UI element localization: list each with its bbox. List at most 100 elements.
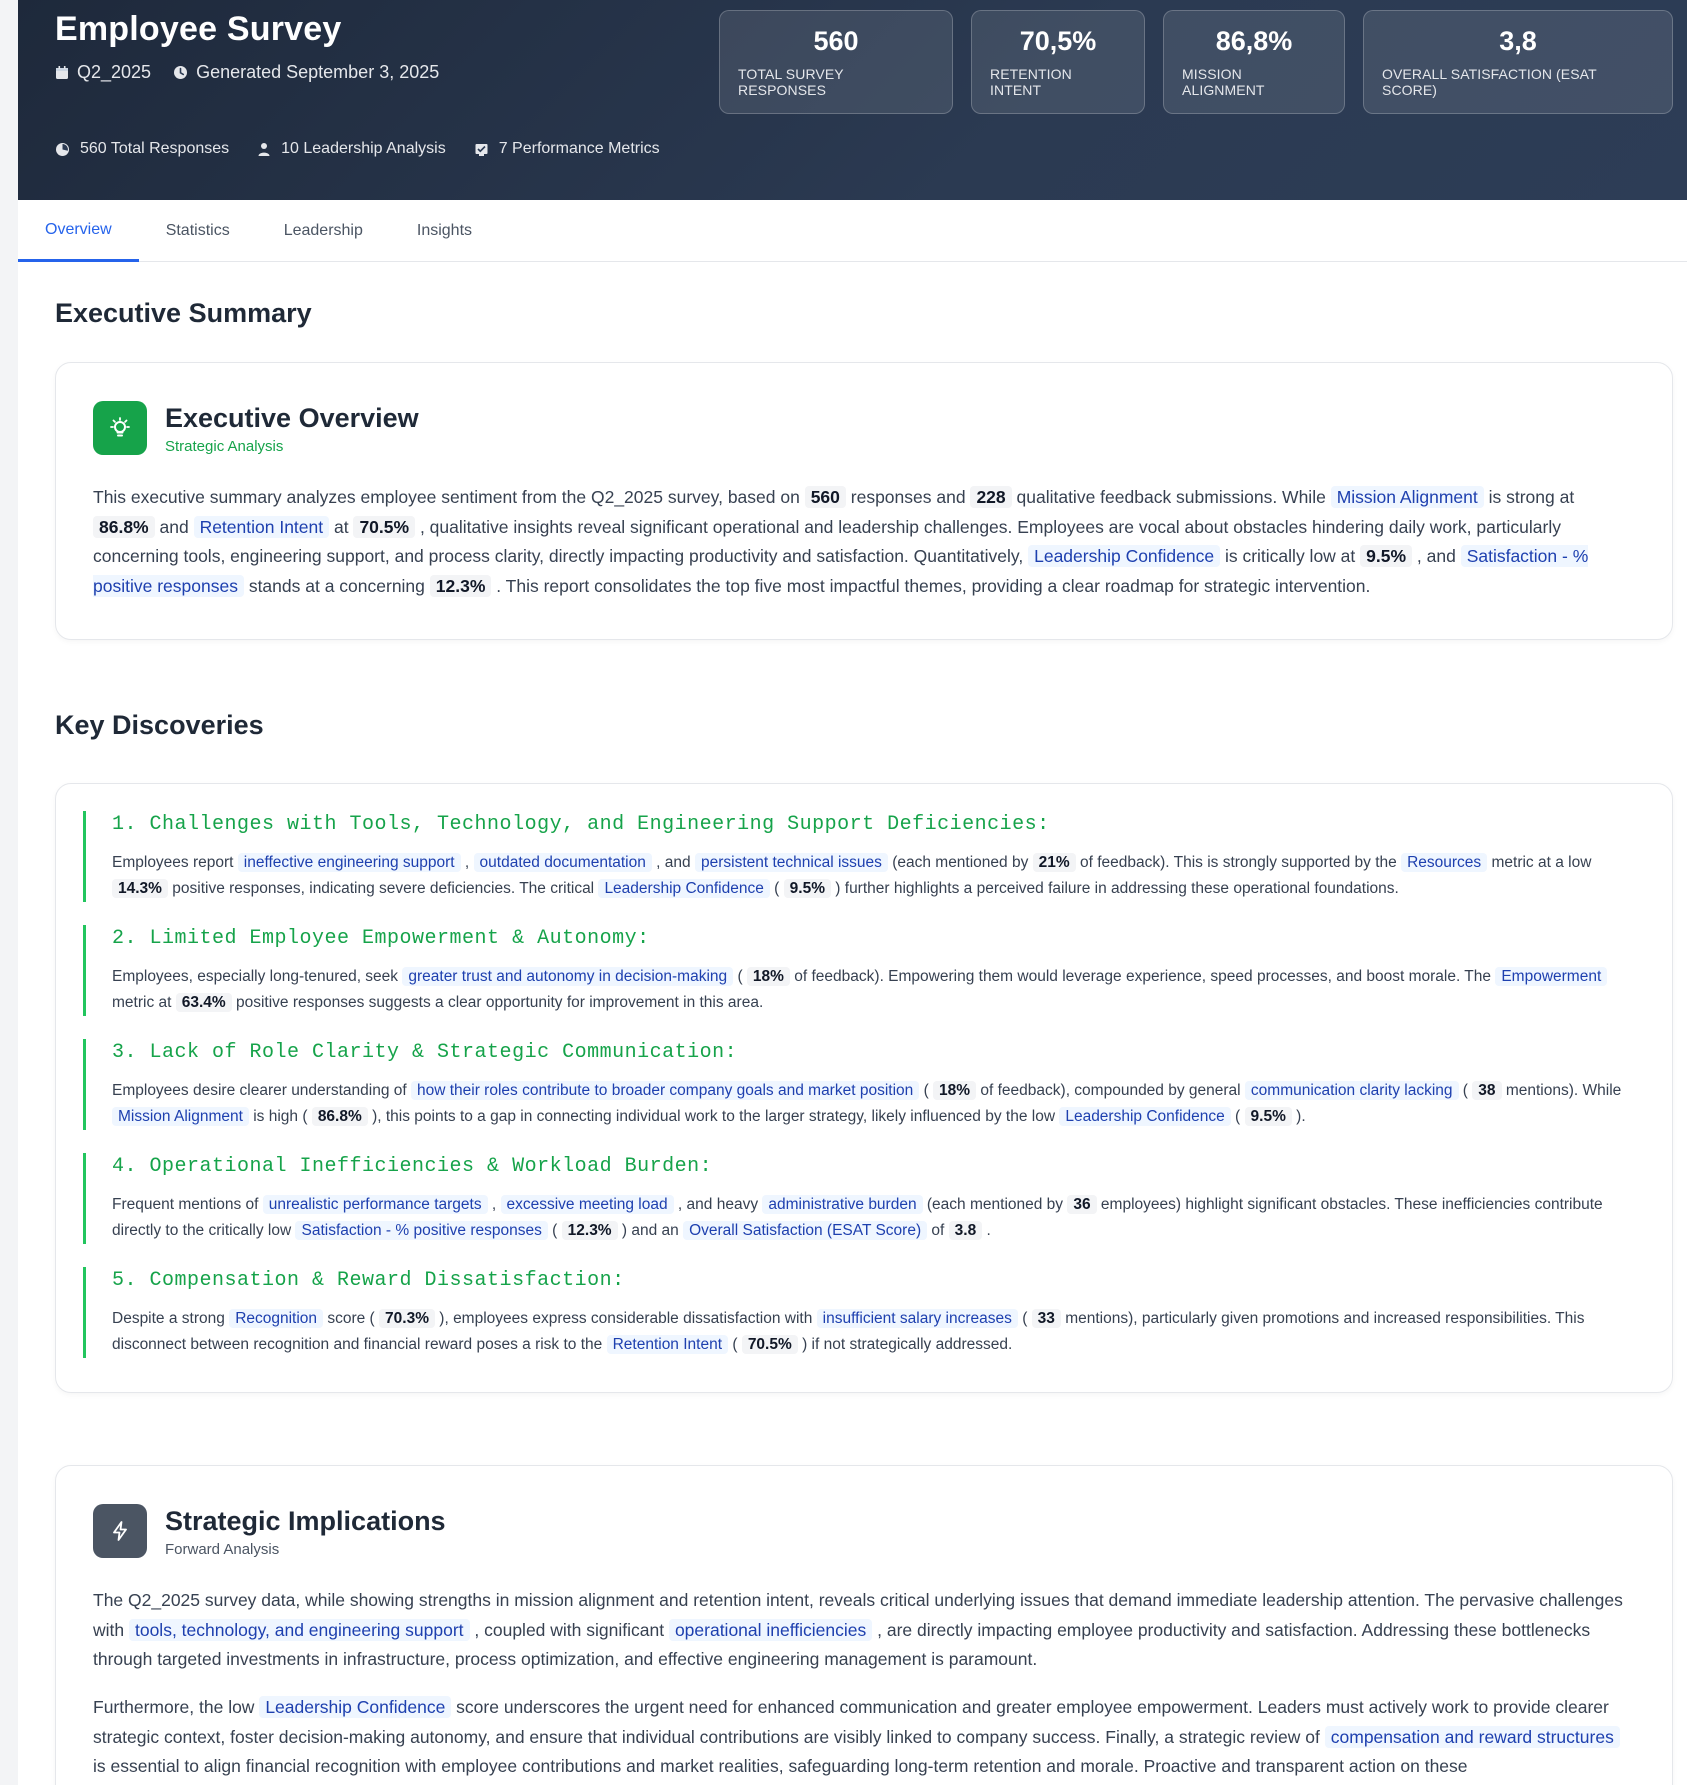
tab-bar: Overview Statistics Leadership Insights — [18, 200, 1687, 262]
discovery-item: 5. Compensation & Reward Dissatisfaction… — [83, 1267, 1643, 1358]
discovery-text: Employees desire clearer understanding o… — [112, 1078, 1643, 1130]
tab-insights[interactable]: Insights — [390, 200, 499, 262]
text: at — [329, 516, 354, 537]
calendar-icon — [55, 65, 69, 80]
metric-highlight: Mission Alignment — [112, 1107, 249, 1126]
card-header: Executive Overview Strategic Analysis — [93, 401, 419, 455]
text: ( — [728, 1336, 742, 1353]
tab-leadership[interactable]: Leadership — [257, 200, 390, 262]
person-icon — [257, 142, 271, 157]
text: (each mentioned by — [887, 854, 1033, 871]
responses-stat-label: 560 Total Responses — [80, 140, 230, 157]
text: , and heavy — [673, 1196, 763, 1213]
kpi-cards: 560 TOTAL SURVEY RESPONSES 70,5% RETENTI… — [719, 10, 1673, 114]
text: ), employees express considerable dissat… — [434, 1310, 817, 1327]
text: and — [154, 516, 194, 537]
checklist-icon — [474, 142, 489, 157]
tab-overview[interactable]: Overview — [18, 200, 139, 262]
strategic-implications-card: Strategic Implications Forward Analysis … — [55, 1465, 1673, 1785]
kpi-value: 86,8% — [1215, 26, 1293, 56]
metric-value: 70.5% — [741, 1335, 798, 1354]
metric-value: 36 — [1067, 1195, 1097, 1214]
text: metric at a low — [1487, 854, 1592, 871]
metric-value: 70.5% — [353, 515, 416, 538]
header-stats: 560 Total Responses 10 Leadership Analys… — [55, 140, 660, 158]
text: Furthermore, the low — [93, 1697, 260, 1717]
card-subtitle: Strategic Analysis — [165, 437, 284, 455]
metric-value: 86.8% — [93, 515, 155, 538]
tab-statistics[interactable]: Statistics — [139, 200, 257, 262]
text: is strong at — [1483, 487, 1575, 507]
chart-circle-icon — [55, 142, 70, 157]
metric-value: 86.8% — [311, 1107, 368, 1126]
metric-value: 18% — [746, 967, 790, 986]
metric-value: 21% — [1032, 853, 1076, 872]
text: ( — [1230, 1108, 1245, 1125]
period-meta: Q2_2025 — [55, 62, 151, 83]
metric-highlight: Retention Intent — [606, 1335, 729, 1354]
metric-value: 12.3% — [561, 1221, 618, 1240]
discovery-title: 5. Compensation & Reward Dissatisfaction… — [112, 1269, 625, 1292]
text: of — [927, 1222, 949, 1239]
text: score ( — [323, 1310, 380, 1327]
text: is essential to align financial recognit… — [93, 1756, 1468, 1776]
section-title-executive-summary: Executive Summary — [55, 298, 312, 328]
card-title: Executive Overview — [165, 402, 419, 433]
text: mentions). While — [1501, 1082, 1622, 1099]
metric-value: 228 — [970, 486, 1012, 508]
kpi-value: 560 — [813, 26, 859, 56]
metric-highlight: unrealistic performance targets — [262, 1195, 488, 1214]
generated-meta: Generated September 3, 2025 — [173, 62, 439, 83]
discovery-text: Employees report ineffective engineering… — [112, 850, 1643, 902]
card-title: Strategic Implications — [165, 1505, 446, 1536]
text: ) if not strategically addressed. — [797, 1336, 1013, 1353]
discovery-text: Employees, especially long-tenured, seek… — [112, 964, 1643, 1016]
text: This executive summary analyzes employee… — [93, 487, 805, 507]
card-header: Strategic Implications Forward Analysis — [93, 1504, 446, 1558]
card-subtitle: Forward Analysis — [165, 1540, 280, 1558]
metric-value: 9.5% — [783, 879, 831, 898]
page-title: Employee Survey — [55, 10, 342, 48]
text: is high ( — [248, 1108, 312, 1125]
page: Employee Survey Q2_2025 Generated Septem… — [18, 0, 1687, 1785]
metric-highlight: how their roles contribute to broader co… — [410, 1081, 920, 1100]
metric-highlight: Leadership Confidence — [1059, 1107, 1231, 1126]
text: of feedback). This is strongly supported… — [1075, 854, 1402, 871]
metric-value: 9.5% — [1360, 545, 1413, 567]
metric-value: 9.5% — [1244, 1107, 1292, 1126]
text: ( — [1458, 1082, 1473, 1099]
metric-value: 33 — [1031, 1309, 1061, 1328]
metric-value: 63.4% — [175, 993, 232, 1012]
kpi-total-responses: 560 TOTAL SURVEY RESPONSES — [719, 10, 953, 114]
text: . This report consolidates the top five … — [491, 575, 1371, 596]
discovery-item: 2. Limited Employee Empowerment & Autono… — [83, 925, 1643, 1016]
discovery-item: 3. Lack of Role Clarity & Strategic Comm… — [83, 1039, 1643, 1130]
text: ( — [547, 1222, 562, 1239]
text: Employees, especially long-tenured, seek — [112, 968, 403, 985]
text: stands at a concerning — [243, 575, 430, 596]
text: ), this points to a gap in connecting in… — [367, 1108, 1060, 1125]
metric-highlight: Empowerment — [1495, 967, 1608, 986]
text: Employees report — [112, 854, 238, 871]
text: of feedback). Empowering them would leve… — [789, 968, 1496, 985]
metric-value: 560 — [804, 486, 846, 508]
kpi-label: RETENTION INTENT — [990, 66, 1072, 98]
text: Despite a strong — [112, 1310, 230, 1327]
text: Frequent mentions of — [112, 1196, 263, 1213]
leadership-stat-label: 10 Leadership Analysis — [281, 140, 446, 157]
kpi-label: MISSION ALIGNMENT — [1182, 66, 1265, 98]
header: Employee Survey Q2_2025 Generated Septem… — [18, 0, 1687, 200]
metric-highlight: greater trust and autonomy in decision-m… — [402, 967, 734, 986]
kpi-overall-satisfaction: 3,8 OVERALL SATISFACTION (ESAT SCORE) — [1363, 10, 1673, 114]
metric-highlight: Mission Alignment — [1330, 486, 1484, 508]
metric-value: 70.3% — [379, 1309, 435, 1328]
text: ( — [1017, 1310, 1032, 1327]
metric-value: 14.3% — [112, 879, 168, 898]
text: positive responses, indicating severe de… — [167, 880, 599, 897]
metric-highlight: administrative burden — [762, 1195, 923, 1214]
metric-highlight: compensation and reward structures — [1324, 1725, 1620, 1748]
text: responses and — [845, 487, 971, 507]
clock-icon — [173, 65, 188, 80]
metric-highlight: Satisfaction - % positive responses — [295, 1221, 548, 1240]
text: Employees desire clearer understanding o… — [112, 1082, 411, 1099]
